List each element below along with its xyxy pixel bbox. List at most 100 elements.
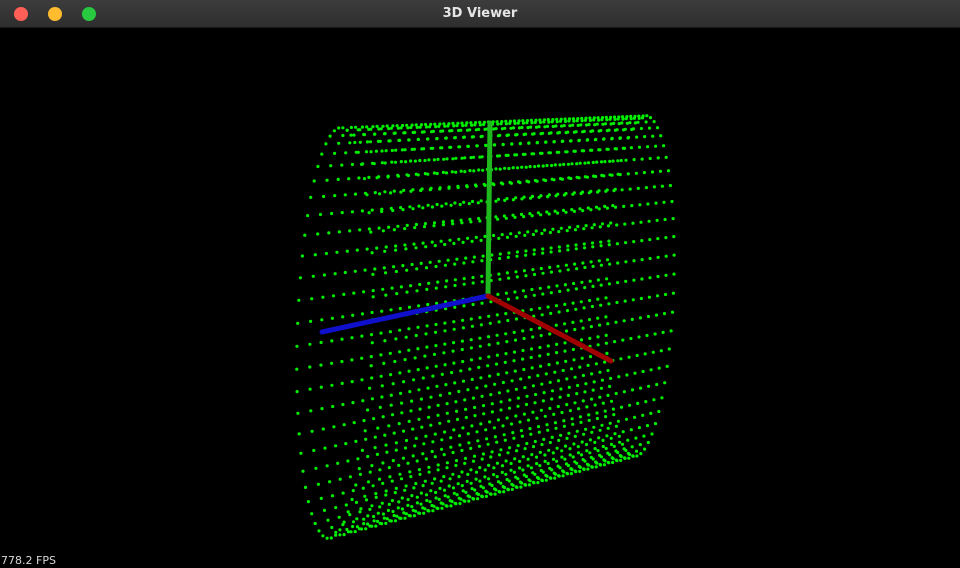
- cloud-point: [394, 148, 398, 152]
- cloud-point: [572, 191, 576, 195]
- cloud-point: [442, 453, 446, 457]
- cloud-point: [565, 229, 569, 233]
- cloud-point: [541, 271, 545, 275]
- cloud-point: [341, 133, 345, 138]
- cloud-point: [493, 435, 497, 439]
- cloud-point: [509, 126, 513, 130]
- cloud-point: [543, 414, 547, 418]
- cloud-point: [493, 382, 497, 386]
- cloud-point: [499, 181, 503, 185]
- cloud-point: [310, 297, 314, 301]
- cloud-point: [521, 348, 525, 353]
- cloud-point: [525, 179, 529, 183]
- cloud-point: [612, 444, 616, 448]
- cloud-point: [379, 353, 383, 357]
- cloud-point: [308, 365, 312, 369]
- cloud-point: [455, 417, 460, 421]
- cloud-point: [430, 205, 434, 209]
- cloud-point: [592, 380, 596, 384]
- cloud-point: [596, 335, 600, 339]
- cloud-point: [420, 425, 424, 429]
- cloud-point: [411, 130, 415, 135]
- cloud-point: [635, 135, 639, 139]
- cloud-point: [441, 223, 445, 227]
- cloud-point: [360, 356, 364, 360]
- cloud-point: [370, 397, 374, 401]
- cloud-point: [475, 430, 479, 434]
- cloud-point: [663, 381, 667, 385]
- cloud-point: [510, 379, 514, 383]
- cloud-point: [659, 349, 663, 353]
- cloud-point: [515, 296, 519, 300]
- cloud-point: [353, 192, 358, 196]
- cloud-point: [379, 374, 383, 378]
- 3d-viewport[interactable]: 778.2 FPS: [0, 28, 960, 568]
- cloud-point: [527, 375, 531, 379]
- cloud-point: [646, 145, 650, 149]
- cloud-point: [606, 224, 611, 228]
- cloud-point: [579, 319, 583, 323]
- cloud-point: [434, 496, 438, 500]
- cloud-point: [581, 261, 585, 265]
- cloud-point: [618, 440, 622, 444]
- cloud-point: [657, 409, 661, 414]
- cloud-point: [448, 391, 452, 395]
- cloud-point: [639, 296, 644, 301]
- cloud-point: [597, 259, 601, 263]
- cloud-point: [421, 206, 425, 210]
- cloud-point: [411, 427, 415, 431]
- cloud-point: [498, 167, 502, 171]
- cloud-point: [661, 330, 665, 334]
- cloud-point: [623, 299, 627, 303]
- cloud-point: [587, 318, 592, 322]
- cloud-point: [533, 165, 537, 169]
- cloud-point: [558, 177, 563, 181]
- cloud-point: [337, 515, 341, 519]
- cloud-point: [486, 335, 491, 339]
- cloud-point: [523, 447, 527, 451]
- point-cloud-canvas[interactable]: [0, 28, 960, 568]
- cloud-point: [503, 166, 507, 170]
- cloud-point: [414, 436, 418, 440]
- cloud-point: [504, 459, 508, 463]
- cloud-point: [496, 122, 500, 126]
- cloud-point: [360, 378, 364, 382]
- cloud-point: [398, 306, 402, 311]
- cloud-point: [523, 233, 527, 237]
- cloud-point: [407, 369, 411, 373]
- cloud-point: [599, 283, 603, 287]
- cloud-point: [457, 389, 461, 394]
- cloud-point: [500, 233, 504, 237]
- cloud-point: [637, 426, 642, 430]
- cloud-point: [359, 507, 363, 511]
- cloud-point: [422, 442, 426, 446]
- cloud-point: [325, 536, 329, 540]
- cloud-point: [632, 259, 636, 263]
- cloud-point: [398, 371, 402, 375]
- cloud-point: [509, 468, 513, 472]
- cloud-point: [521, 468, 525, 472]
- cloud-point: [426, 203, 430, 207]
- cloud-point: [308, 387, 312, 391]
- cloud-point: [460, 470, 464, 474]
- title-bar[interactable]: 3D Viewer: [0, 0, 960, 28]
- cloud-point: [522, 336, 526, 341]
- cloud-point: [370, 524, 374, 528]
- cloud-point: [415, 459, 419, 463]
- cloud-point: [494, 215, 498, 219]
- cloud-point: [366, 480, 371, 484]
- cloud-point: [592, 174, 596, 178]
- cloud-point: [360, 209, 364, 213]
- cloud-point: [333, 272, 337, 276]
- cloud-point: [471, 459, 476, 463]
- cloud-point: [672, 235, 676, 239]
- cloud-point: [540, 442, 544, 447]
- cloud-point: [451, 472, 455, 476]
- cloud-point: [422, 147, 426, 151]
- cloud-point: [486, 442, 490, 446]
- cloud-point: [337, 141, 341, 145]
- cloud-point: [407, 305, 412, 309]
- cloud-point: [415, 289, 419, 293]
- cloud-point: [574, 247, 578, 251]
- cloud-point: [622, 204, 626, 208]
